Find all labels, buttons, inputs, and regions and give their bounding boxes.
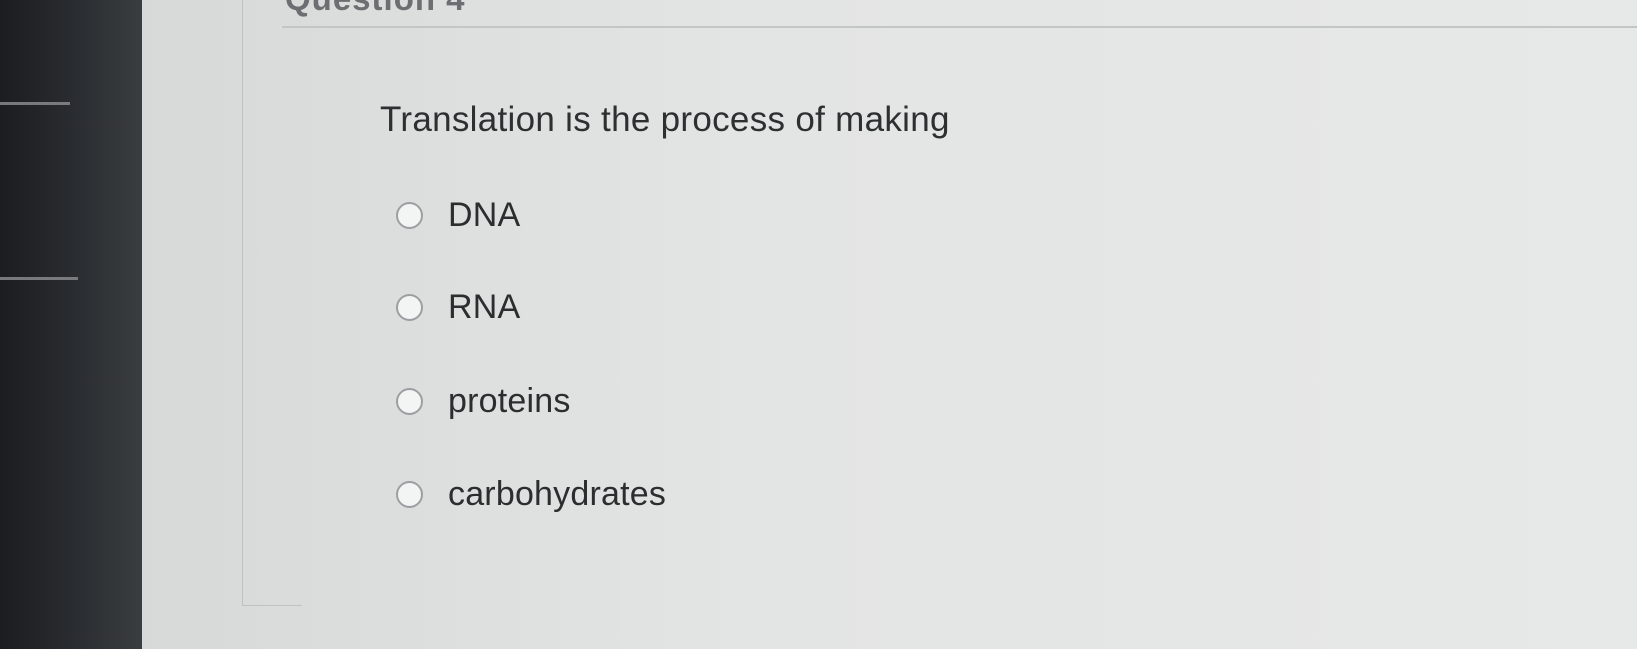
answer-option-label: DNA bbox=[448, 196, 521, 234]
answer-option-label: RNA bbox=[448, 288, 521, 326]
answer-option-label: proteins bbox=[448, 382, 571, 420]
answer-option-proteins[interactable]: proteins bbox=[396, 382, 571, 421]
bezel-divider bbox=[0, 277, 78, 280]
quiz-screen: Question 4 Translation is the process of… bbox=[142, 0, 1637, 649]
answer-option-rna[interactable]: RNA bbox=[396, 288, 520, 327]
question-header: Question 4 bbox=[282, 0, 1637, 28]
radio-button-icon[interactable] bbox=[396, 388, 423, 415]
radio-button-icon[interactable] bbox=[396, 294, 423, 321]
radio-button-icon[interactable] bbox=[396, 481, 423, 508]
question-title: Question 4 bbox=[285, 0, 466, 18]
answer-option-carbohydrates[interactable]: carbohydrates bbox=[396, 475, 666, 514]
question-prompt: Translation is the process of making bbox=[380, 100, 950, 139]
monitor-bezel bbox=[0, 0, 142, 649]
radio-button-icon[interactable] bbox=[396, 202, 423, 229]
panel-border bbox=[242, 0, 243, 606]
bezel-divider bbox=[0, 102, 70, 105]
answer-option-dna[interactable]: DNA bbox=[396, 196, 520, 235]
question-card: Question 4 Translation is the process of… bbox=[282, 0, 1637, 649]
answer-option-label: carbohydrates bbox=[448, 475, 667, 513]
